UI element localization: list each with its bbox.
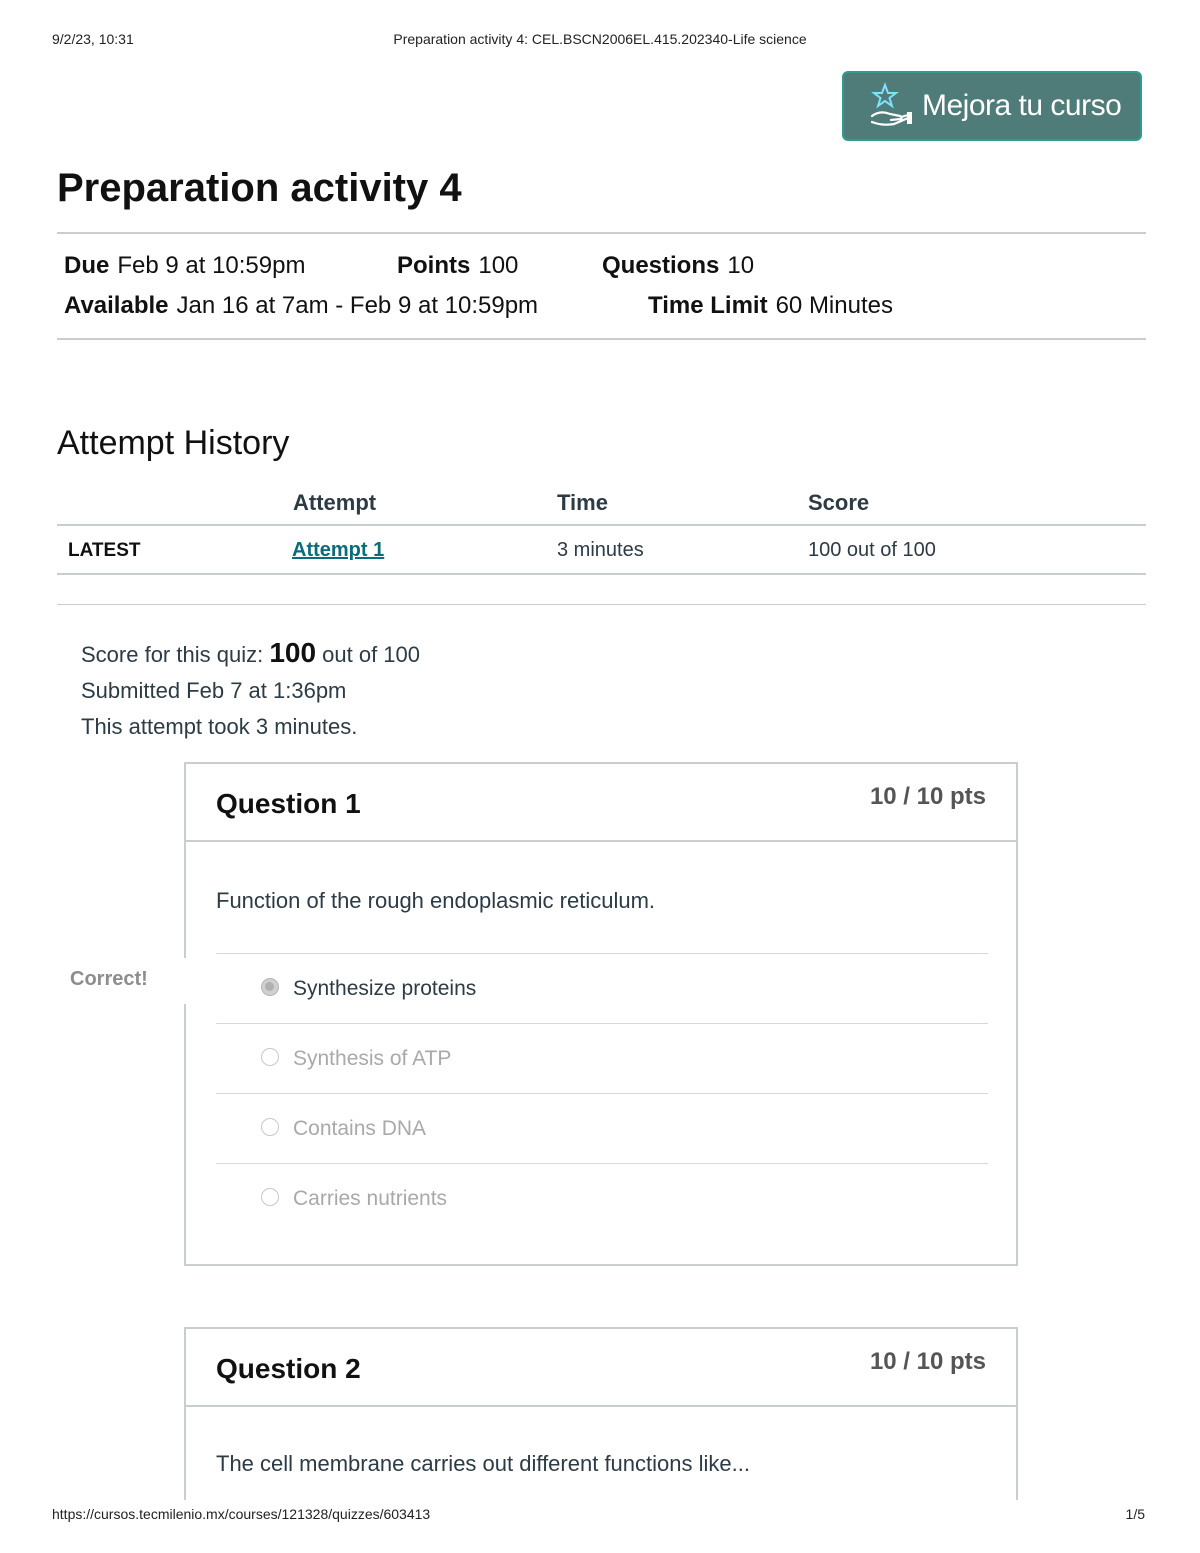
questions-info: Questions 10 — [602, 252, 754, 280]
quiz-score: Score for this quiz: 100 out of 100 — [81, 637, 420, 669]
answer-label: Carries nutrients — [293, 1187, 448, 1210]
due-info: Due Feb 9 at 10:59pm — [64, 252, 305, 280]
time-limit-value: 60 Minutes — [775, 292, 893, 319]
correct-answer-tag: Correct! — [70, 968, 148, 990]
due-label: Due — [64, 252, 110, 279]
question-2-card: Question 2 10 / 10 pts The cell membrane… — [184, 1327, 1018, 1500]
question-1-answers: Synthesize proteins Synthesis of ATP Con… — [216, 953, 988, 1233]
answer-label: Synthesis of ATP — [293, 1047, 452, 1070]
questions-label: Questions — [602, 252, 720, 279]
answer-option[interactable]: Synthesis of ATP — [216, 1023, 988, 1093]
column-header-attempt: Attempt — [293, 490, 377, 515]
print-url: https://cursos.tecmilenio.mx/courses/121… — [52, 1506, 431, 1522]
question-1-title: Question 1 — [216, 788, 361, 819]
due-value: Feb 9 at 10:59pm — [117, 252, 306, 279]
mejora-tu-curso-button[interactable]: Mejora tu curso — [842, 71, 1142, 141]
attempt-time: 3 minutes — [557, 539, 644, 561]
radio-icon[interactable] — [261, 1048, 279, 1066]
question-1-header: Question 1 10 / 10 pts — [186, 764, 1016, 842]
column-header-time: Time — [557, 490, 608, 515]
question-2-title: Question 2 — [216, 1353, 361, 1384]
question-2-header: Question 2 10 / 10 pts — [186, 1329, 1016, 1407]
score-prefix: Score for this quiz: — [81, 642, 264, 667]
answer-label: Synthesize proteins — [293, 977, 477, 1000]
question-2-text: The cell membrane carries out different … — [216, 1451, 750, 1476]
time-limit-label: Time Limit — [648, 292, 768, 319]
attempt-history-title: Attempt History — [57, 424, 290, 462]
time-limit-info: Time Limit 60 Minutes — [648, 292, 893, 320]
table-header-divider — [57, 524, 1146, 526]
attempt-score: 100 out of 100 — [808, 539, 936, 561]
print-page-title: Preparation activity 4: CEL.BSCN2006EL.4… — [393, 31, 807, 47]
radio-icon[interactable] — [261, 1118, 279, 1136]
radio-selected-icon[interactable] — [261, 978, 279, 996]
correct-tag-notch — [182, 958, 188, 1004]
question-2-points: 10 / 10 pts — [869, 1348, 986, 1375]
score-suffix: out of 100 — [322, 642, 421, 667]
question-1-card: Question 1 10 / 10 pts Function of the r… — [184, 762, 1018, 1266]
available-value: Jan 16 at 7am - Feb 9 at 10:59pm — [176, 292, 539, 319]
column-header-score: Score — [808, 490, 870, 515]
divider — [57, 338, 1146, 340]
attempt-duration: This attempt took 3 minutes. — [81, 714, 358, 739]
score-value: 100 — [269, 637, 317, 668]
points-value: 100 — [478, 252, 519, 279]
question-1-text: Function of the rough endoplasmic reticu… — [216, 888, 656, 913]
answer-option[interactable]: Synthesize proteins — [216, 953, 988, 1023]
answer-option[interactable]: Carries nutrients — [216, 1163, 988, 1233]
star-hand-icon — [870, 82, 912, 126]
divider — [57, 604, 1146, 605]
available-info: Available Jan 16 at 7am - Feb 9 at 10:59p… — [64, 292, 538, 320]
page-title: Preparation activity 4 — [57, 166, 462, 210]
available-label: Available — [64, 292, 169, 319]
answer-label: Contains DNA — [293, 1117, 427, 1140]
latest-badge: LATEST — [68, 540, 141, 561]
divider — [57, 232, 1146, 234]
points-info: Points 100 — [397, 252, 518, 280]
question-1-points: 10 / 10 pts — [869, 783, 986, 810]
table-row-divider — [57, 573, 1146, 575]
points-label: Points — [397, 252, 471, 279]
submitted-time: Submitted Feb 7 at 1:36pm — [81, 678, 347, 703]
mejora-button-label: Mejora tu curso — [922, 89, 1122, 122]
print-page-number: 1/5 — [1125, 1506, 1145, 1522]
questions-value: 10 — [727, 252, 755, 279]
answer-option[interactable]: Contains DNA — [216, 1093, 988, 1163]
radio-icon[interactable] — [261, 1188, 279, 1206]
attempt-1-link[interactable]: Attempt 1 — [292, 539, 384, 562]
